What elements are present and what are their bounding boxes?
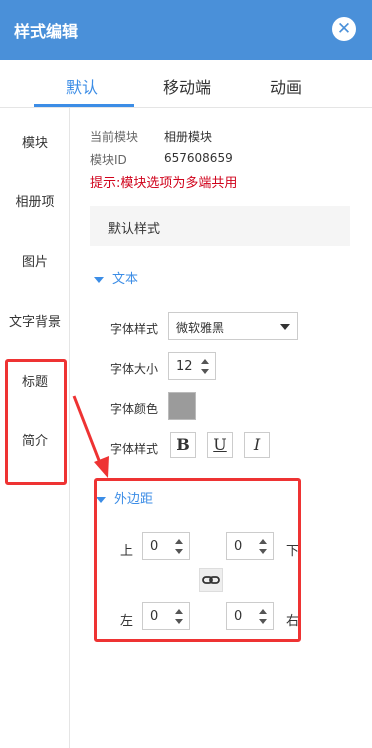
font-style-label: 字体样式	[110, 442, 159, 456]
sidebar-item-intro[interactable]: 简介	[0, 430, 70, 449]
current-module-value: 相册模块	[164, 130, 213, 144]
sidebar-item-album-item[interactable]: 相册项	[0, 191, 70, 210]
settings-content: 当前模块 相册模块 模块ID 657608659 提示:模块选项为多端共用 默认…	[70, 108, 372, 748]
tab-mobile[interactable]: 移动端	[163, 74, 211, 98]
text-section-toggle[interactable]: 文本	[94, 268, 138, 287]
font-size-stepper[interactable]: 12	[168, 352, 216, 380]
font-family-label: 字体样式	[110, 322, 159, 336]
margin-top-value: 0	[150, 539, 159, 554]
current-module-label: 当前模块	[90, 130, 139, 144]
sidebar: 模块 相册项 图片 文字背景 标题 简介	[0, 108, 70, 748]
margin-bottom-value: 0	[234, 539, 243, 554]
decrement-icon[interactable]	[175, 619, 183, 624]
close-icon: ✕	[336, 18, 352, 39]
increment-icon[interactable]	[175, 539, 183, 544]
margin-section-toggle[interactable]: 外边距	[96, 488, 153, 507]
sidebar-item-text-background[interactable]: 文字背景	[0, 311, 70, 330]
margin-left-value: 0	[150, 609, 159, 624]
text-section-title: 文本	[112, 272, 139, 287]
margin-top-stepper[interactable]: 0	[142, 532, 190, 560]
margin-right-value: 0	[234, 609, 243, 624]
triangle-down-icon	[96, 496, 106, 503]
font-size-value: 12	[176, 359, 193, 374]
margin-bottom-label: 下	[286, 544, 300, 559]
close-button[interactable]: ✕	[332, 17, 356, 41]
margin-right-label: 右	[286, 614, 300, 629]
margin-left-stepper[interactable]: 0	[142, 602, 190, 630]
margin-right-stepper[interactable]: 0	[226, 602, 274, 630]
margin-top-label: 上	[120, 544, 134, 559]
margin-section-title: 外边距	[114, 492, 154, 507]
increment-icon[interactable]	[175, 609, 183, 614]
link-icon	[202, 576, 220, 584]
margin-bottom-stepper[interactable]: 0	[226, 532, 274, 560]
decrement-icon[interactable]	[201, 369, 209, 374]
module-id-label: 模块ID	[90, 153, 127, 167]
header: 样式编辑 ✕	[0, 0, 372, 60]
default-style-label: 默认样式	[108, 222, 161, 237]
underline-button[interactable]: U	[207, 432, 233, 458]
decrement-icon[interactable]	[259, 549, 267, 554]
decrement-icon[interactable]	[259, 619, 267, 624]
margin-left-label: 左	[120, 614, 134, 629]
style-editor-panel: 样式编辑 ✕ 默认 移动端 动画 模块 相册项 图片 文字背景 标题 简介 当前…	[0, 0, 372, 748]
font-size-label: 字体大小	[110, 362, 159, 376]
sidebar-item-module[interactable]: 模块	[0, 132, 70, 151]
sidebar-item-title[interactable]: 标题	[0, 371, 70, 390]
increment-icon[interactable]	[259, 539, 267, 544]
active-tab-indicator	[34, 104, 134, 107]
font-family-select[interactable]: 微软雅黑	[168, 312, 298, 340]
panel-title: 样式编辑	[14, 22, 79, 41]
shared-options-tip: 提示:模块选项为多端共用	[90, 176, 238, 191]
font-color-label: 字体颜色	[110, 402, 159, 416]
font-family-value: 微软雅黑	[176, 321, 225, 335]
triangle-down-icon	[94, 276, 104, 283]
link-margins-button[interactable]	[199, 568, 223, 592]
increment-icon[interactable]	[201, 359, 209, 364]
italic-button[interactable]: I	[244, 432, 270, 458]
tab-bar: 默认 移动端 动画	[0, 60, 372, 108]
tab-default[interactable]: 默认	[66, 74, 98, 98]
decrement-icon[interactable]	[175, 549, 183, 554]
chevron-down-icon	[280, 324, 290, 330]
bold-button[interactable]: B	[170, 432, 196, 458]
sidebar-item-image[interactable]: 图片	[0, 251, 70, 270]
font-color-picker[interactable]	[168, 392, 196, 420]
module-id-value: 657608659	[164, 151, 233, 165]
increment-icon[interactable]	[259, 609, 267, 614]
tab-animation[interactable]: 动画	[270, 74, 302, 98]
default-style-bar[interactable]: 默认样式	[90, 206, 350, 246]
